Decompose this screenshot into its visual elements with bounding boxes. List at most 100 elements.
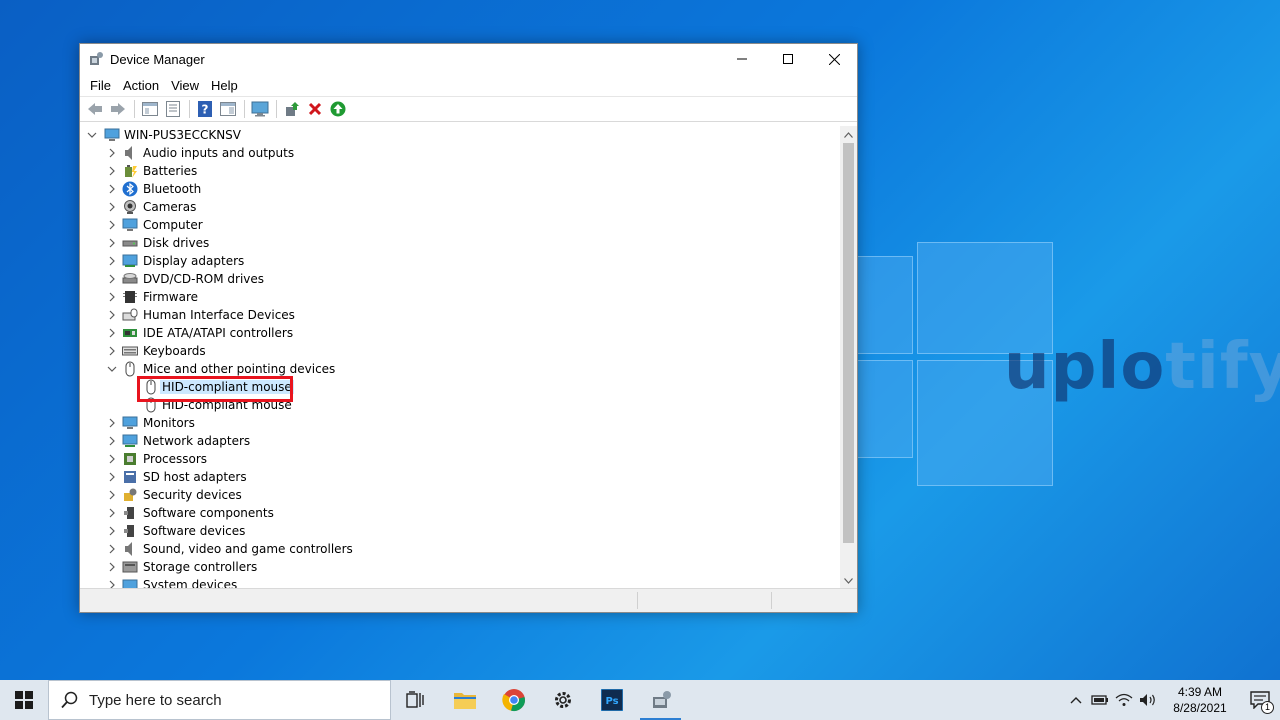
tree-root-computer[interactable]: WIN-PUS3ECCKNSV	[80, 126, 840, 144]
expand-toggle[interactable]	[106, 183, 118, 195]
tree-category-firmware[interactable]: Firmware	[80, 288, 840, 306]
tree-category-disk-drive[interactable]: Disk drives	[80, 234, 840, 252]
expand-toggle[interactable]	[106, 345, 118, 357]
expand-toggle[interactable]	[106, 363, 118, 375]
minimize-icon	[737, 58, 747, 60]
expand-toggle[interactable]	[106, 273, 118, 285]
expand-toggle[interactable]	[106, 525, 118, 537]
expand-toggle[interactable]	[106, 147, 118, 159]
tree-category-computer[interactable]: Computer	[80, 216, 840, 234]
network-tray-button[interactable]	[1112, 680, 1136, 720]
storage-controller-icon	[122, 561, 138, 573]
menu-action[interactable]: Action	[117, 78, 165, 93]
tree-category-display-adapter[interactable]: Display adapters	[80, 252, 840, 270]
taskbar: Type here to search Ps 4:39 AM 8/28/2021…	[0, 680, 1280, 720]
scan-monitor-icon	[251, 101, 269, 117]
expand-toggle[interactable]	[106, 309, 118, 321]
status-segment	[771, 592, 857, 609]
tree-category-ide-controller[interactable]: IDE ATA/ATAPI controllers	[80, 324, 840, 342]
expand-toggle[interactable]	[106, 255, 118, 267]
action-center-button[interactable]: 1	[1240, 680, 1280, 720]
expand-toggle[interactable]	[106, 237, 118, 249]
expand-toggle[interactable]	[106, 489, 118, 501]
expand-toggle[interactable]	[86, 129, 98, 141]
scroll-up-button[interactable]	[840, 126, 857, 143]
taskbar-device-manager[interactable]	[636, 680, 685, 720]
properties-icon	[166, 101, 180, 117]
taskbar-chrome[interactable]	[489, 680, 538, 720]
expand-toggle[interactable]	[106, 507, 118, 519]
start-button[interactable]	[0, 680, 48, 720]
scan-hardware-changes-button[interactable]	[249, 98, 271, 120]
tree-category-network-adapter[interactable]: Network adapters	[80, 432, 840, 450]
taskbar-clock[interactable]: 4:39 AM 8/28/2021	[1168, 684, 1232, 716]
chevron-right-icon	[109, 274, 115, 284]
svg-text:?: ?	[202, 103, 209, 117]
forward-button[interactable]	[107, 98, 129, 120]
taskbar-settings[interactable]	[538, 680, 587, 720]
ide-controller-icon	[123, 329, 137, 337]
expand-toggle[interactable]	[106, 165, 118, 177]
close-button[interactable]	[811, 44, 857, 74]
expand-toggle[interactable]	[106, 543, 118, 555]
tree-category-software-device[interactable]: Software devices	[80, 522, 840, 540]
expand-toggle[interactable]	[106, 201, 118, 213]
menu-help[interactable]: Help	[205, 78, 244, 93]
tree-category-security-device[interactable]: Security devices	[80, 486, 840, 504]
task-view-icon	[405, 691, 424, 708]
tree-category-battery[interactable]: Batteries	[80, 162, 840, 180]
processor-icon	[124, 453, 136, 465]
enable-device-button[interactable]	[327, 98, 349, 120]
tree-category-sound-controller[interactable]: Sound, video and game controllers	[80, 540, 840, 558]
update-driver-button[interactable]	[281, 98, 303, 120]
expand-toggle[interactable]	[106, 219, 118, 231]
taskbar-file-explorer[interactable]	[440, 680, 489, 720]
show-hidden-icons-button[interactable]	[1064, 680, 1088, 720]
task-view-button[interactable]	[391, 680, 440, 720]
minimize-button[interactable]	[719, 44, 765, 74]
tree-category-sd-adapter[interactable]: SD host adapters	[80, 468, 840, 486]
tree-category-label: Monitors	[143, 416, 195, 430]
network-adapter-icon	[122, 434, 138, 447]
uninstall-device-button[interactable]	[304, 98, 326, 120]
expand-toggle[interactable]	[106, 453, 118, 465]
tree-category-hid[interactable]: Human Interface Devices	[80, 306, 840, 324]
taskbar-photoshop[interactable]: Ps	[587, 680, 636, 720]
expand-toggle[interactable]	[106, 417, 118, 429]
chevron-up-icon	[1070, 697, 1082, 704]
tree-category-label: SD host adapters	[143, 470, 247, 484]
action-pane-button[interactable]	[217, 98, 239, 120]
expand-toggle[interactable]	[106, 291, 118, 303]
scroll-down-button[interactable]	[840, 572, 857, 589]
tree-category-storage-controller[interactable]: Storage controllers	[80, 558, 840, 576]
maximize-button[interactable]	[765, 44, 811, 74]
tree-category-speaker[interactable]: Audio inputs and outputs	[80, 144, 840, 162]
vertical-scrollbar[interactable]	[840, 126, 857, 589]
tree-category-bluetooth[interactable]: Bluetooth	[80, 180, 840, 198]
expand-toggle[interactable]	[106, 471, 118, 483]
tree-category-dvd-drive[interactable]: DVD/CD-ROM drives	[80, 270, 840, 288]
tree-category-processor[interactable]: Processors	[80, 450, 840, 468]
menu-view[interactable]: View	[165, 78, 205, 93]
tree-category-label: Software components	[143, 506, 274, 520]
chevron-right-icon	[109, 526, 115, 536]
properties-button[interactable]	[162, 98, 184, 120]
scrollbar-thumb[interactable]	[843, 143, 854, 543]
back-button[interactable]	[84, 98, 106, 120]
menu-file[interactable]: File	[84, 78, 117, 93]
title-bar[interactable]: Device Manager	[80, 44, 857, 74]
battery-tray-button[interactable]	[1088, 680, 1112, 720]
green-up-arrow-icon	[330, 101, 346, 117]
tree-category-keyboard[interactable]: Keyboards	[80, 342, 840, 360]
expand-toggle[interactable]	[106, 435, 118, 447]
tree-category-camera[interactable]: Cameras	[80, 198, 840, 216]
device-tree[interactable]: WIN-PUS3ECCKNSV Audio inputs and outputs B…	[80, 126, 840, 589]
volume-tray-button[interactable]	[1136, 680, 1160, 720]
show-hide-console-tree-button[interactable]	[139, 98, 161, 120]
taskbar-search-box[interactable]: Type here to search	[48, 680, 391, 720]
tree-category-monitor[interactable]: Monitors	[80, 414, 840, 432]
expand-toggle[interactable]	[106, 561, 118, 573]
expand-toggle[interactable]	[106, 327, 118, 339]
tree-category-software-component[interactable]: Software components	[80, 504, 840, 522]
help-button[interactable]: ?	[194, 98, 216, 120]
